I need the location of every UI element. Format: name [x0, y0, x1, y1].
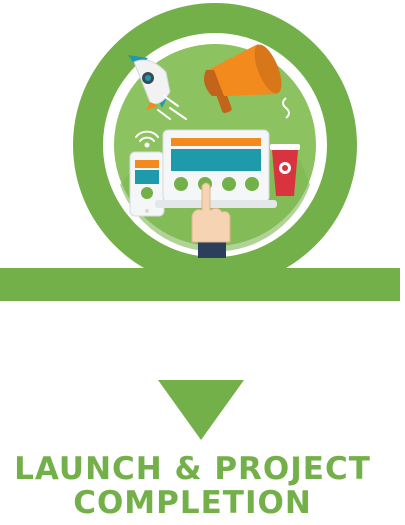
launch-illustration	[0, 3, 400, 301]
down-arrow-icon	[158, 380, 244, 440]
caption-line-2: COMPLETION	[73, 485, 312, 521]
caption-line-1: LAUNCH & PROJECT	[14, 451, 371, 487]
laptop-icon	[155, 129, 277, 208]
